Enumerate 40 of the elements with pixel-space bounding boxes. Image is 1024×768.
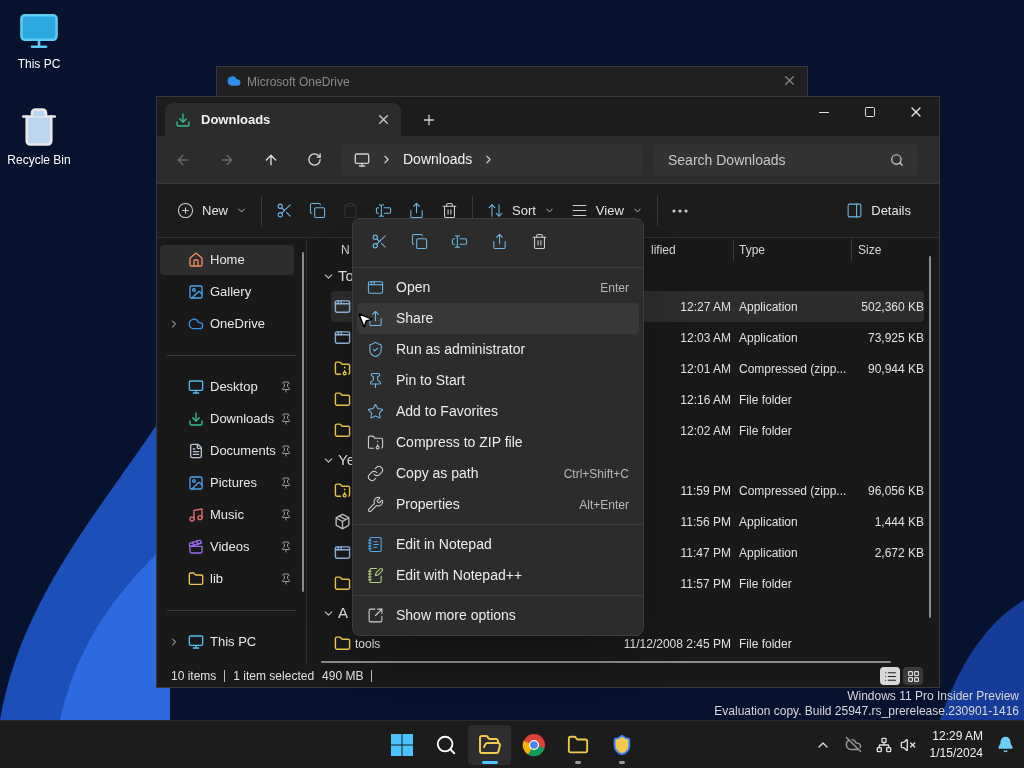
- shortcut-text: Enter: [600, 279, 629, 297]
- date-cell-text: 11:59 PM: [680, 482, 731, 500]
- type-cell-text: Application: [739, 513, 799, 531]
- date-cell-text: 11:56 PM: [680, 513, 731, 531]
- watermark-text: Evaluation copy. Build 25947.rs_prerelease.230901-1416: [714, 704, 1019, 719]
- size-cell-text: 1,444 KB: [874, 513, 924, 531]
- date-cell-text: 11:47 PM: [680, 544, 731, 562]
- size-cell-text: 2,672 KB: [874, 544, 924, 562]
- file-name: tools: [355, 635, 381, 653]
- date-cell-text: 11/12/2008 2:45 PM: [623, 635, 731, 653]
- type-cell-text: File folder: [739, 575, 793, 593]
- date-cell-text: 12:27 AM: [680, 298, 731, 316]
- size-cell-text: 73,925 KB: [867, 329, 924, 347]
- type-cell-text: Compressed (zipp...: [739, 360, 848, 378]
- date-cell-text: 11:57 PM: [680, 575, 731, 593]
- type-cell-text: Compressed (zipp...: [739, 482, 848, 500]
- date-cell-text: 12:01 AM: [680, 360, 731, 378]
- type-cell-text: Application: [739, 329, 799, 347]
- date-cell-text: 12:16 AM: [680, 391, 731, 409]
- size-cell-text: 90,944 KB: [867, 360, 924, 378]
- group-heading: A: [338, 603, 348, 624]
- shortcut-text: Ctrl+Shift+C: [563, 465, 629, 483]
- type-cell-text: Application: [739, 544, 799, 562]
- type-cell-text: File folder: [739, 422, 793, 440]
- window-title: Microsoft OneDrive: [247, 74, 350, 91]
- column-header: Size: [857, 242, 882, 259]
- shortcut-text: Alt+Enter: [579, 496, 629, 514]
- size-cell-text: 502,360 KB: [861, 298, 924, 316]
- column-header: lified: [651, 242, 677, 259]
- status-text: 10 items: [171, 668, 217, 685]
- type-cell-text: File folder: [739, 635, 793, 653]
- status-text: 490 MB: [322, 668, 364, 685]
- type-cell-text: Application: [739, 298, 799, 316]
- date-cell-text: 12:02 AM: [680, 422, 731, 440]
- column-header: N: [341, 242, 351, 259]
- type-cell-text: File folder: [739, 391, 793, 409]
- size-cell-text: 96,056 KB: [867, 482, 924, 500]
- date-cell-text: 12:03 AM: [680, 329, 731, 347]
- status-text: 1 item selected: [233, 668, 315, 685]
- column-header: Type: [738, 242, 766, 259]
